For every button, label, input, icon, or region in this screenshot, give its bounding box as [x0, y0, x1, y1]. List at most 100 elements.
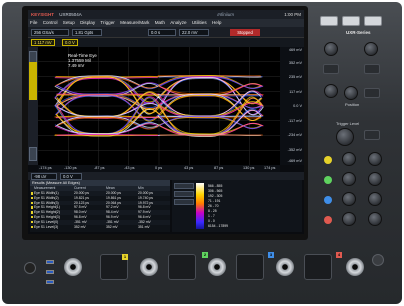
menu-bar: File Control Setup Display Trigger Measu… [28, 19, 304, 27]
table-cell: 352 mV [74, 224, 86, 229]
default-setup-button[interactable] [364, 16, 382, 26]
memory-depth-field[interactable]: 1.81 Gpts [72, 29, 102, 36]
power-button[interactable] [24, 262, 36, 274]
channel-3-scale-knob[interactable] [342, 192, 356, 206]
x-tick-label: 130 ps [243, 166, 255, 170]
color-grade-panel: 566 - 855 306 - 565 192 - 305 71 - 191 26 - … [172, 180, 302, 232]
menu-control[interactable]: Control [41, 20, 60, 25]
panel-button-1[interactable] [174, 183, 194, 189]
zoom-button[interactable] [323, 64, 339, 74]
channel-1-bnc[interactable] [140, 258, 158, 276]
channel-2-button[interactable] [324, 176, 332, 184]
scale-knob[interactable] [324, 84, 338, 98]
channel-2-bnc[interactable] [208, 258, 226, 276]
menu-utilities[interactable]: Utilities [190, 20, 209, 25]
channel-3-input[interactable] [236, 254, 264, 280]
table-cell: 352 mV [106, 224, 118, 229]
measure-field-1[interactable]: -98 uV [31, 172, 57, 180]
menu-help[interactable]: Help [210, 20, 223, 25]
swatch-dot [30, 196, 33, 200]
channel-1-scale: 117 mV [37, 40, 52, 45]
annotation-line-3: 7.49 mV [68, 63, 85, 68]
channel-1-tab[interactable]: 1 117 mV [31, 39, 55, 46]
y-tick-label: -352 mV [287, 148, 302, 152]
results-rows: Eye S1 Width(1) 20.000 ps 20.000 ps 20.000 … [30, 191, 170, 229]
x-axis: -174 ps -130 ps -87 ps -43 ps 0 ps 43 ps… [38, 165, 280, 172]
trigger-level-field[interactable]: 22.0 mV [179, 29, 209, 36]
position-knob[interactable] [344, 86, 358, 100]
series-label: UXR-Series [346, 30, 371, 35]
position-label: Position [345, 102, 360, 107]
channel-1-badge: 1 [122, 254, 128, 260]
panel-button-2[interactable] [174, 191, 194, 197]
brand-label: KEYSIGHT [31, 12, 55, 17]
single-button[interactable] [342, 16, 360, 26]
menu-math[interactable]: Math [153, 20, 167, 25]
channel-3-button[interactable] [324, 196, 332, 204]
sample-rate-field[interactable]: 256 GSa/s [31, 29, 69, 36]
panel-button-3[interactable] [174, 199, 194, 205]
channel-4-input[interactable] [304, 254, 332, 280]
channel-1-offset-tab[interactable]: 0.0 V [62, 39, 78, 46]
channel-1-scale-knob[interactable] [342, 152, 356, 166]
channel-4-badge: 4 [336, 252, 342, 258]
menu-analyze[interactable]: Analyze [168, 20, 188, 25]
title-bar: KEYSIGHT UXR0504A Infiniium 1:00 PM [28, 10, 304, 19]
acquisition-status-badge: Stopped [230, 29, 260, 36]
markers-button[interactable] [364, 88, 380, 98]
swatch-dot [30, 211, 33, 214]
x-tick-label: -130 ps [64, 166, 77, 170]
channel-3-offset-knob[interactable] [368, 192, 382, 206]
channel-1-offset-knob[interactable] [368, 152, 382, 166]
input-panel: 1 2 3 4 [20, 244, 390, 304]
side-button-bottom[interactable] [29, 147, 37, 161]
menu-setup[interactable]: Setup [61, 20, 77, 25]
horizontal-position-knob[interactable] [364, 42, 378, 56]
usb-port-2[interactable] [46, 270, 54, 274]
channel-4-offset-knob[interactable] [368, 212, 382, 226]
menu-trigger[interactable]: Trigger [98, 20, 116, 25]
channel-2-badge: 2 [202, 252, 208, 258]
waveform-plot[interactable]: Real-Time Eye 1.37559 Mil 7.49 mV [38, 47, 280, 165]
channel-1-button[interactable] [324, 156, 332, 164]
y-tick-label: -117 mV [287, 119, 302, 123]
infiniium-logo: Infiniium [217, 12, 234, 17]
navigate-button[interactable] [364, 64, 380, 74]
y-axis: 469 mV 352 mV 235 mV 117 mV 0.0 V -117 m… [280, 47, 304, 165]
clock-label: 1:00 PM [284, 12, 301, 17]
usb-port-1[interactable] [46, 260, 54, 264]
channel-3-bnc[interactable] [276, 258, 294, 276]
channel-4-bnc[interactable] [346, 258, 364, 276]
channel-4-scale-knob[interactable] [342, 212, 356, 226]
channel-1-label: 1 [34, 40, 37, 45]
measurement-results-table: Results (Measure All Edges) Measurement … [30, 180, 170, 232]
menu-display[interactable]: Display [78, 20, 97, 25]
swatch-dot [30, 206, 33, 209]
swatch-dot [30, 220, 33, 224]
channel-4-button[interactable] [324, 216, 332, 224]
menu-measure-mark[interactable]: Measure/Mark [118, 20, 151, 25]
menu-file[interactable]: File [28, 20, 39, 25]
channel-2-input[interactable] [168, 254, 196, 280]
channel-2-scale-knob[interactable] [342, 172, 356, 186]
table-cell: Eye S1 Level(3) [34, 224, 59, 229]
measure-field-2[interactable]: 0.0 V [60, 172, 82, 180]
trigger-setup-button[interactable] [364, 130, 380, 140]
scope-screen[interactable]: KEYSIGHT UXR0504A Infiniium 1:00 PM File… [28, 10, 304, 234]
swatch-dot [30, 225, 33, 229]
run-stop-button[interactable] [320, 16, 338, 26]
swatch-dot [30, 215, 33, 219]
trigger-level-knob[interactable] [336, 128, 354, 146]
y-tick-label: 117 mV [289, 90, 302, 94]
y-tick-label: 235 mV [288, 75, 302, 79]
delay-field[interactable]: 0.0 s [148, 29, 176, 36]
usb-port-3[interactable] [46, 280, 54, 284]
ground-terminal[interactable] [372, 254, 384, 266]
table-row[interactable]: Eye S1 Level(3) 352 mV 352 mV 351 mV [30, 225, 170, 230]
channel-2-offset-knob[interactable] [368, 172, 382, 186]
aux-bnc-connector[interactable] [64, 258, 82, 276]
measurement-header-bar: -98 uV 0.0 V [28, 172, 304, 180]
swatch-dot [30, 192, 33, 195]
legend-entry: 6154 - 17899 [208, 224, 228, 228]
horizontal-scale-knob[interactable] [324, 42, 338, 56]
